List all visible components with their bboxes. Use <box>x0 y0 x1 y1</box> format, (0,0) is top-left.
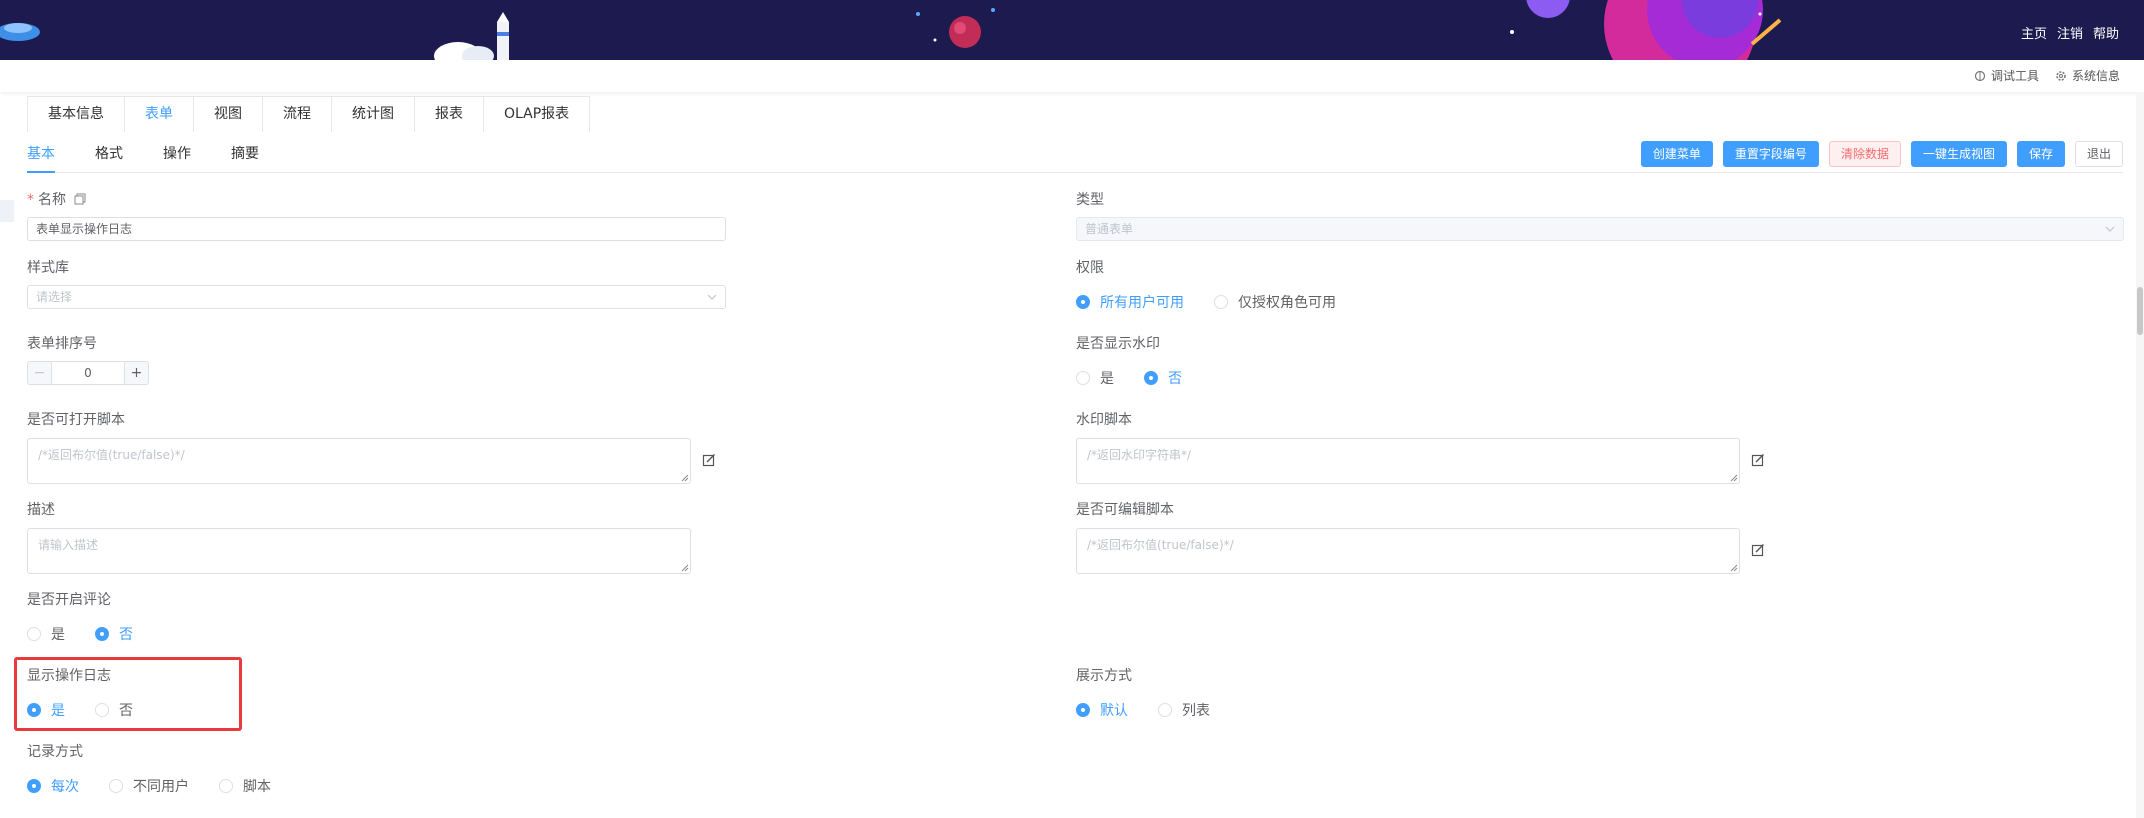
watermark-script-label: 水印脚本 <box>1076 412 1132 428</box>
resize-handle-icon[interactable] <box>1730 564 1738 572</box>
resize-handle-icon[interactable] <box>681 474 689 482</box>
copy-icon[interactable] <box>74 193 86 205</box>
record-mode-label: 记录方式 <box>27 744 83 760</box>
edit-watermark-script-icon[interactable] <box>1751 453 1765 467</box>
vertical-scrollbar[interactable] <box>2136 92 2144 818</box>
debug-tool-button[interactable]: 调试工具 <box>1974 67 2039 84</box>
show-watermark-radio-group: 是 否 <box>1076 368 1212 388</box>
type-label: 类型 <box>1076 192 1104 208</box>
enable-comment-no[interactable]: 否 <box>95 624 133 644</box>
show-watermark-yes[interactable]: 是 <box>1076 368 1114 388</box>
show-log-no[interactable]: 否 <box>95 700 133 720</box>
top-toolbar: 调试工具 系统信息 <box>0 60 2144 92</box>
resize-handle-icon[interactable] <box>1730 474 1738 482</box>
logout-link[interactable]: 注销 <box>2057 23 2083 42</box>
sort-no-stepper: − 0 + <box>27 361 149 385</box>
subtab-basic[interactable]: 基本 <box>27 143 55 163</box>
gear-icon <box>2056 70 2066 81</box>
display-mode-radio-group: 默认 列表 <box>1076 700 1240 720</box>
tab-chart[interactable]: 统计图 <box>332 97 415 132</box>
record-mode-different-user[interactable]: 不同用户 <box>109 776 189 796</box>
enable-comment-label: 是否开启评论 <box>27 592 111 608</box>
style-lib-select[interactable]: 请选择 <box>27 285 726 309</box>
increment-button[interactable]: + <box>124 362 148 384</box>
record-mode-script[interactable]: 脚本 <box>219 776 271 796</box>
sort-no-input[interactable]: 0 <box>52 362 124 384</box>
action-buttons: 创建菜单 重置字段编号 清除数据 一键生成视图 保存 退出 <box>1640 141 2123 167</box>
permission-radio-group: 所有用户可用 仅授权角色可用 <box>1076 292 1366 312</box>
tab-view[interactable]: 视图 <box>194 97 263 132</box>
tab-olap-report[interactable]: OLAP报表 <box>484 97 589 132</box>
header-links: 主页 注销 帮助 <box>2021 23 2119 42</box>
name-input[interactable]: 表单显示操作日志 <box>27 217 726 241</box>
enable-comment-radio-group: 是 否 <box>27 624 163 644</box>
show-watermark-no[interactable]: 否 <box>1144 368 1182 388</box>
name-label: * 名称 <box>27 189 86 209</box>
chevron-down-icon <box>707 294 717 300</box>
edit-script-label: 是否可编辑脚本 <box>1076 502 1174 518</box>
tab-report[interactable]: 报表 <box>415 97 484 132</box>
main-tabs: 基本信息 表单 视图 流程 统计图 报表 OLAP报表 <box>27 96 591 132</box>
exit-button[interactable]: 退出 <box>2074 141 2123 167</box>
enable-comment-yes[interactable]: 是 <box>27 624 65 644</box>
edit-script-textarea[interactable]: /*返回布尔值(true/false)*/ <box>1076 528 1740 574</box>
permission-label: 权限 <box>1076 260 1104 276</box>
description-textarea[interactable]: 请输入描述 <box>27 528 691 574</box>
display-mode-list[interactable]: 列表 <box>1158 700 1210 720</box>
record-mode-radio-group: 每次 不同用户 脚本 <box>27 776 301 796</box>
help-link[interactable]: 帮助 <box>2093 23 2119 42</box>
banner-illustration-icon <box>0 0 1782 60</box>
permission-authorized-roles[interactable]: 仅授权角色可用 <box>1214 292 1336 312</box>
sort-no-label: 表单排序号 <box>27 336 97 352</box>
edit-editable-script-icon[interactable] <box>1751 543 1765 557</box>
bug-icon <box>1974 70 1986 81</box>
subtab-summary[interactable]: 摘要 <box>231 143 259 163</box>
edit-open-script-icon[interactable] <box>702 453 716 467</box>
display-mode-label: 展示方式 <box>1076 668 1132 684</box>
show-log-yes[interactable]: 是 <box>27 700 65 720</box>
create-menu-button[interactable]: 创建菜单 <box>1640 141 1713 167</box>
system-info-button[interactable]: 系统信息 <box>2055 67 2120 84</box>
show-log-radio-group: 是 否 <box>27 700 163 720</box>
show-watermark-label: 是否显示水印 <box>1076 336 1160 352</box>
tab-basic-info[interactable]: 基本信息 <box>28 97 125 132</box>
generate-view-button[interactable]: 一键生成视图 <box>1910 141 2007 167</box>
active-tab-indicator <box>27 171 55 173</box>
clear-data-button[interactable]: 清除数据 <box>1828 141 1901 167</box>
header-banner: 主页 注销 帮助 <box>0 0 2144 60</box>
description-label: 描述 <box>27 502 55 518</box>
reset-field-numbers-button[interactable]: 重置字段编号 <box>1722 141 1819 167</box>
save-button[interactable]: 保存 <box>2016 141 2065 167</box>
record-mode-each[interactable]: 每次 <box>27 776 79 796</box>
open-script-textarea[interactable]: /*返回布尔值(true/false)*/ <box>27 438 691 484</box>
permission-all-users[interactable]: 所有用户可用 <box>1076 292 1184 312</box>
chevron-down-icon <box>2105 226 2115 232</box>
tab-flow[interactable]: 流程 <box>263 97 332 132</box>
display-mode-default[interactable]: 默认 <box>1076 700 1128 720</box>
home-link[interactable]: 主页 <box>2021 23 2047 42</box>
watermark-script-textarea[interactable]: /*返回水印字符串*/ <box>1076 438 1740 484</box>
subtab-operation[interactable]: 操作 <box>163 143 191 163</box>
sub-tabs: 基本 格式 操作 摘要 创建菜单 重置字段编号 清除数据 一键生成视图 保存 退… <box>27 133 2123 173</box>
tab-form[interactable]: 表单 <box>125 97 194 132</box>
side-panel-edge <box>0 200 14 222</box>
resize-handle-icon[interactable] <box>681 564 689 572</box>
scrollbar-thumb[interactable] <box>2137 287 2143 335</box>
style-lib-label: 样式库 <box>27 260 69 276</box>
decrement-button[interactable]: − <box>28 362 52 384</box>
subtab-format[interactable]: 格式 <box>95 143 123 163</box>
open-script-label: 是否可打开脚本 <box>27 412 125 428</box>
show-log-label: 显示操作日志 <box>27 668 111 684</box>
type-select[interactable]: 普通表单 <box>1076 217 2124 241</box>
